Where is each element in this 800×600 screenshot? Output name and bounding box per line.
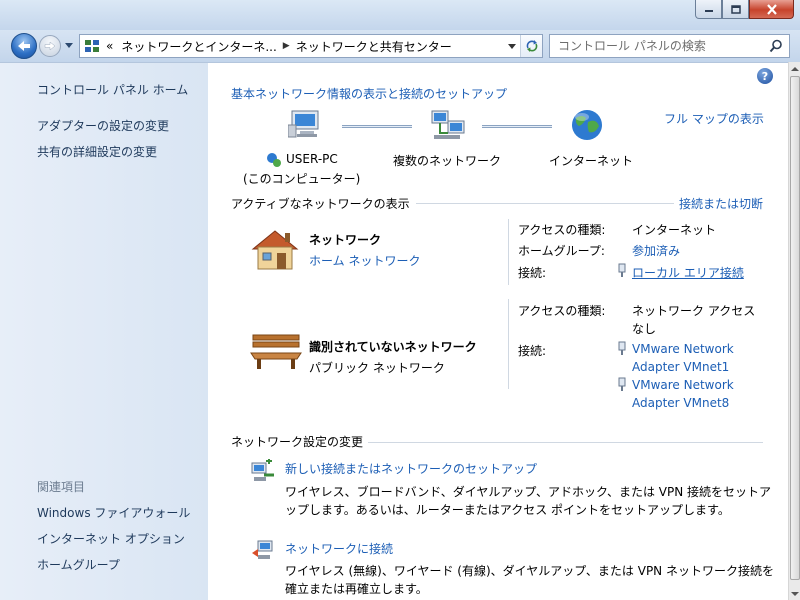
control-panel-icon [85, 40, 99, 52]
forward-button[interactable] [39, 35, 61, 57]
new-connection-description: ワイヤレス、ブロードバンド、ダイヤルアップ、アドホック、または VPN 接続をセ… [285, 485, 772, 517]
ethernet-icon [618, 263, 626, 277]
breadcrumb: « ネットワークとインターネ... ▶ ネットワークと共有センター [106, 38, 452, 55]
title-bar [0, 0, 800, 30]
breadcrumb-network-internet[interactable]: ネットワークとインターネ... [121, 38, 276, 55]
map-connector-computer-network [342, 125, 412, 128]
network-2-type: パブリック ネットワーク [309, 361, 445, 375]
ethernet-icon [618, 341, 626, 355]
vmnet1-link-line1[interactable]: VMware Network [632, 342, 734, 356]
breadcrumb-separator-icon[interactable]: ▶ [283, 41, 290, 51]
close-button[interactable] [749, 0, 794, 19]
recent-pages-dropdown[interactable] [65, 43, 73, 48]
maximize-button[interactable] [722, 0, 749, 19]
computer-icon [288, 110, 319, 138]
refresh-icon [526, 40, 537, 52]
minimize-button[interactable] [695, 0, 722, 19]
connect-to-network-link[interactable]: ネットワークに接続 [285, 540, 393, 557]
network-1-type-link[interactable]: ホーム ネットワーク [309, 252, 420, 269]
search-icon[interactable] [769, 39, 783, 53]
connect-disconnect-link[interactable]: 接続または切断 [679, 195, 763, 212]
close-icon [766, 3, 777, 15]
full-map-link[interactable]: フル マップの表示 [664, 110, 764, 127]
new-connection-icon [251, 459, 274, 481]
network-2-access-value-line1: ネットワーク アクセス [632, 304, 756, 318]
navigation-bar: « ネットワークとインターネ... ▶ ネットワークと共有センター [0, 30, 800, 62]
main-content: ? 基本ネットワーク情報の表示と接続のセットアップ フル マップの表示 USER… [208, 62, 788, 600]
scroll-down-arrow[interactable] [791, 592, 799, 596]
minimize-icon [704, 10, 713, 12]
public-network-bench-icon [250, 334, 302, 369]
map-computer-sub: (このコンピューター) [243, 172, 361, 186]
sidebar-link-internet-options[interactable]: インターネット オプション [37, 530, 185, 547]
network-icon [431, 110, 465, 139]
homegroup-joined-link[interactable]: 参加済み [632, 242, 680, 259]
local-area-connection-link[interactable]: ローカル エリア接続 [632, 264, 744, 281]
network-2-divider [508, 299, 509, 389]
network-1-homegroup-label: ホームグループ: [518, 244, 605, 258]
active-heading-rule [416, 203, 674, 204]
network-2-access-label: アクセスの種類: [518, 304, 606, 318]
sidebar: コントロール パネル ホーム アダプターの設定の変更 共有の詳細設定の変更 関連… [0, 62, 208, 600]
sidebar-link-windows-firewall[interactable]: Windows ファイアウォール [37, 504, 190, 521]
help-icon: ? [761, 69, 769, 83]
network-2-connection-label: 接続: [518, 344, 547, 358]
scrollbar-thumb[interactable] [790, 76, 800, 580]
new-connection-link[interactable]: 新しい接続またはネットワークのセットアップ [285, 460, 537, 477]
ethernet-icon [618, 377, 626, 391]
map-computer-name: USER-PC [286, 152, 338, 166]
map-network-label: 複数のネットワーク [393, 154, 502, 168]
vmnet8-link-line2[interactable]: Adapter VMnet8 [632, 396, 729, 410]
breadcrumb-sharing-center[interactable]: ネットワークと共有センター [296, 38, 452, 55]
network-2-name: 識別されていないネットワーク [309, 340, 477, 354]
network-1-connection-label: 接続: [518, 266, 547, 280]
sidebar-link-adapter-settings[interactable]: アダプターの設定の変更 [37, 117, 169, 134]
back-button[interactable] [11, 33, 37, 59]
network-1-divider [508, 219, 509, 285]
vertical-scrollbar[interactable] [788, 62, 800, 600]
refresh-button[interactable] [520, 35, 542, 57]
network-2-access-value-line2: なし [632, 322, 657, 336]
sidebar-related-heading: 関連項目 [37, 480, 86, 494]
globe-icon [572, 110, 602, 140]
address-dropdown[interactable] [508, 44, 516, 49]
user-pc-network-icon [267, 153, 281, 167]
window-controls [695, 0, 794, 19]
network-1-access-label: アクセスの種類: [518, 223, 606, 237]
search-box [549, 34, 790, 58]
sidebar-link-homegroup[interactable]: ホームグループ [37, 556, 120, 573]
home-network-icon [251, 230, 299, 270]
map-connector-network-internet [482, 125, 552, 128]
sidebar-control-panel-home[interactable]: コントロール パネル ホーム [37, 81, 188, 98]
network-1-access-value: インターネット [632, 223, 717, 237]
arrow-left-icon [18, 41, 30, 51]
settings-heading: ネットワーク設定の変更 [231, 435, 364, 449]
scroll-up-arrow[interactable] [791, 67, 799, 71]
connect-network-icon [252, 540, 273, 559]
arrow-right-icon [44, 41, 56, 51]
sidebar-link-advanced-sharing[interactable]: 共有の詳細設定の変更 [37, 143, 157, 160]
help-button[interactable]: ? [757, 68, 773, 84]
map-internet-label: インターネット [549, 154, 634, 168]
maximize-icon [730, 4, 741, 14]
page-title: 基本ネットワーク情報の表示と接続のセットアップ [231, 87, 508, 101]
settings-heading-rule [368, 442, 763, 443]
breadcrumb-root[interactable]: « [106, 39, 113, 53]
vmnet8-link-line1[interactable]: VMware Network [632, 378, 734, 392]
address-bar[interactable]: « ネットワークとインターネ... ▶ ネットワークと共有センター [79, 34, 543, 58]
connect-to-network-description: ワイヤレス (無線)、ワイヤード (有線)、ダイヤルアップ、または VPN ネッ… [285, 564, 774, 596]
active-networks-heading: アクティブなネットワークの表示 [231, 197, 410, 211]
vmnet1-link-line2[interactable]: Adapter VMnet1 [632, 360, 729, 374]
search-input[interactable] [558, 38, 758, 54]
network-1-name: ネットワーク [309, 233, 382, 247]
